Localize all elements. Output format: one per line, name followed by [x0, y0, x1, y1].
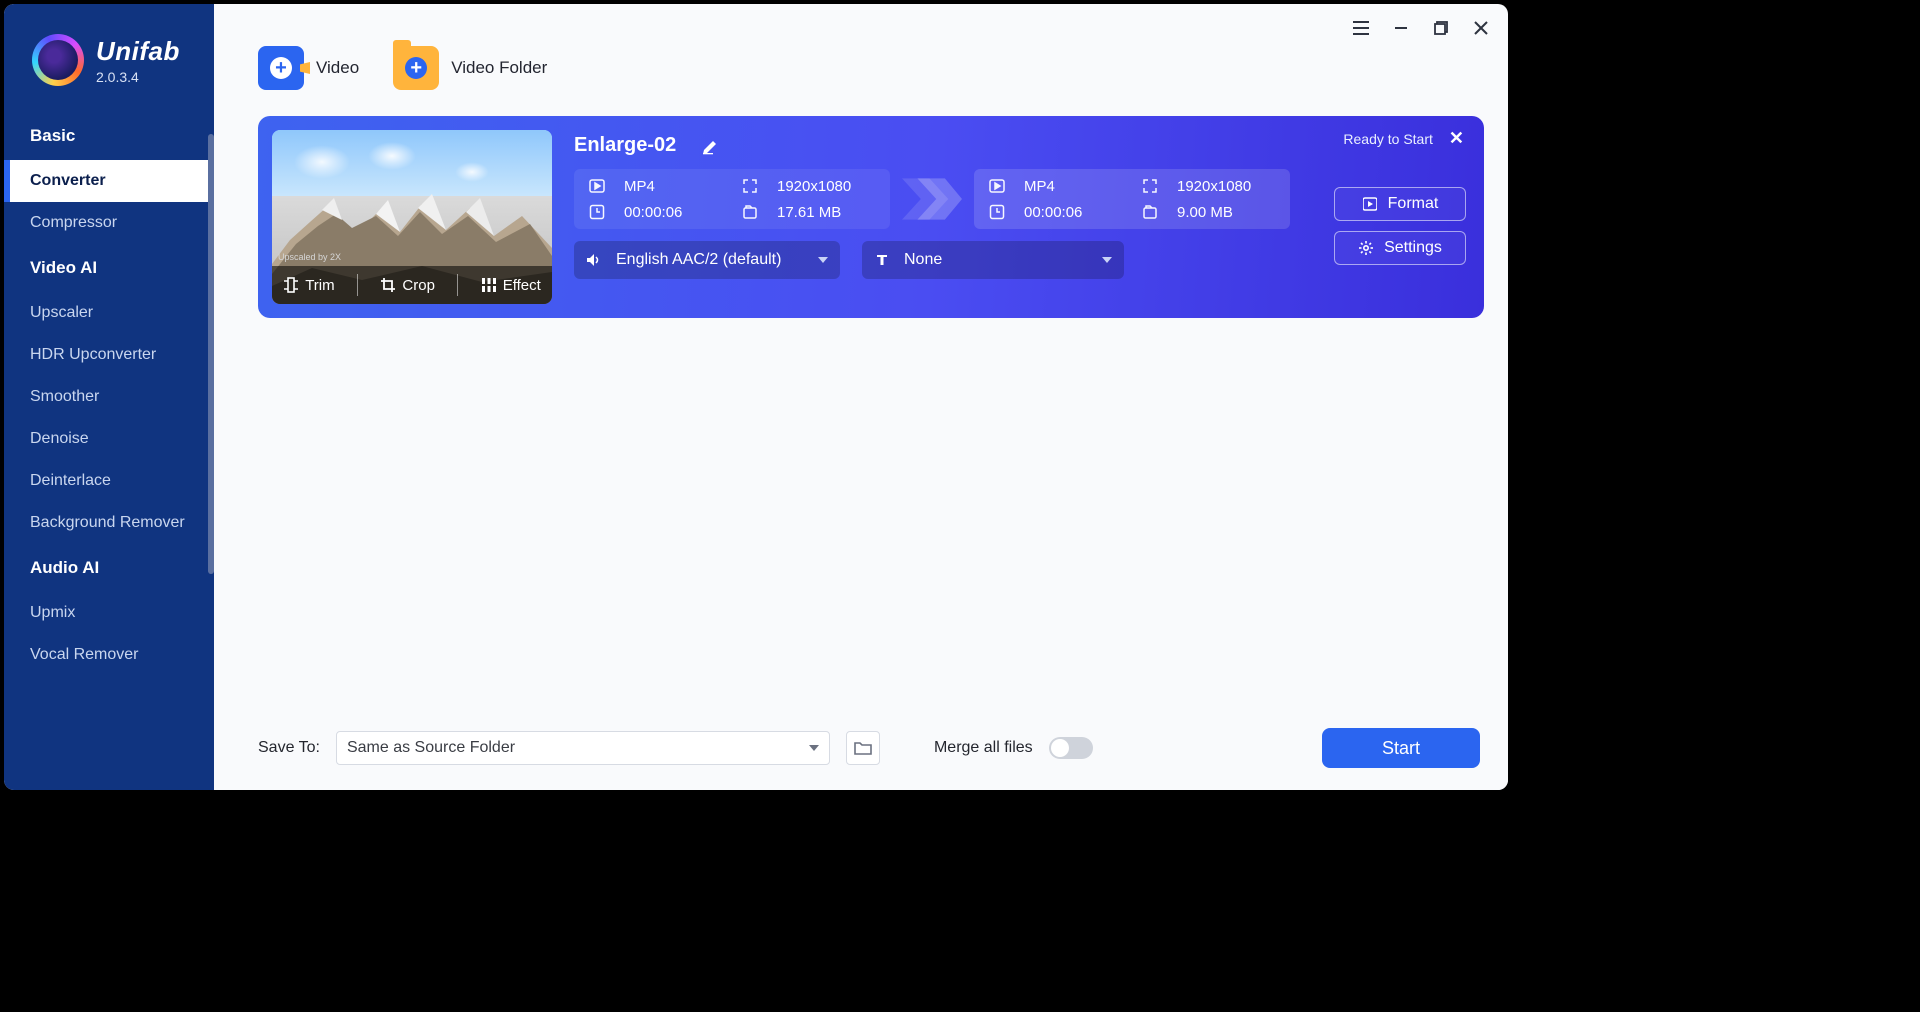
add-folder-icon: + [393, 46, 439, 90]
sidebar-item-background-remover[interactable]: Background Remover [4, 502, 214, 544]
add-folder-button[interactable]: + Video Folder [393, 46, 547, 90]
input-duration: 00:00:06 [624, 204, 723, 221]
add-video-button[interactable]: + Video [258, 46, 359, 90]
effect-icon [481, 277, 497, 293]
expand-icon [741, 177, 759, 195]
app-logo-icon [32, 34, 84, 86]
sidebar-item-converter[interactable]: Converter [4, 160, 214, 202]
input-size: 17.61 MB [777, 204, 876, 221]
clock-icon [588, 203, 606, 221]
upscaled-tag: Upscaled by 2X [278, 252, 341, 262]
crop-button[interactable]: Crop [380, 277, 435, 294]
app-window: Unifab 2.0.3.4 Basic Converter Compresso… [4, 4, 1508, 790]
merge-toggle[interactable] [1049, 737, 1093, 759]
output-resolution: 1920x1080 [1177, 178, 1276, 195]
chevron-down-icon [818, 257, 828, 263]
expand-icon [1141, 177, 1159, 195]
effect-button[interactable]: Effect [481, 277, 541, 294]
sidebar-item-upscaler[interactable]: Upscaler [4, 292, 214, 334]
task-status: Ready to Start [1343, 131, 1433, 147]
app-name: Unifab [96, 36, 180, 67]
play-icon [988, 177, 1006, 195]
sidebar-section-audio-ai: Audio AI [4, 544, 214, 592]
add-toolbar: + Video + Video Folder [214, 4, 1508, 96]
add-video-label: Video [316, 58, 359, 78]
save-to-value: Same as Source Folder [347, 739, 515, 757]
subtitle-label: None [904, 251, 942, 269]
file-icon [741, 203, 759, 221]
output-properties: MP4 1920x1080 00:00:06 9.00 MB [974, 169, 1290, 229]
minimize-button[interactable] [1392, 19, 1410, 37]
settings-label: Settings [1384, 239, 1442, 257]
crop-icon [380, 277, 396, 293]
audio-track-select[interactable]: English AAC/2 (default) [574, 241, 840, 279]
separator [457, 274, 458, 296]
crop-label: Crop [402, 277, 435, 294]
sidebar-section-video-ai: Video AI [4, 244, 214, 292]
play-square-icon [1362, 196, 1378, 212]
menu-button[interactable] [1352, 19, 1370, 37]
merge-label: Merge all files [934, 739, 1033, 757]
gear-icon [1358, 240, 1374, 256]
folder-icon [854, 740, 872, 756]
start-button[interactable]: Start [1322, 728, 1480, 768]
app-logo-block: Unifab 2.0.3.4 [4, 4, 214, 112]
format-label: Format [1388, 195, 1439, 213]
close-window-button[interactable] [1472, 19, 1490, 37]
chevron-down-icon [809, 745, 819, 751]
start-label: Start [1382, 738, 1420, 759]
pencil-icon [702, 137, 720, 155]
browse-folder-button[interactable] [846, 731, 880, 765]
file-icon [1141, 203, 1159, 221]
subtitle-select[interactable]: None [862, 241, 1124, 279]
sidebar: Unifab 2.0.3.4 Basic Converter Compresso… [4, 4, 214, 790]
file-name: Enlarge-02 [574, 134, 676, 157]
trim-icon [283, 277, 299, 293]
sidebar-section-basic: Basic [4, 112, 214, 160]
card-details: Enlarge-02 MP4 1920x1080 00:00:06 1 [552, 116, 1290, 318]
settings-button[interactable]: Settings [1334, 231, 1466, 265]
thumb-tools: Trim Crop Effect [272, 266, 552, 304]
sidebar-item-vocal-remover[interactable]: Vocal Remover [4, 634, 214, 676]
save-to-label: Save To: [258, 739, 320, 757]
separator [357, 274, 358, 296]
window-controls [1352, 14, 1490, 42]
output-duration: 00:00:06 [1024, 204, 1123, 221]
thumbnail-wrap: Upscaled by 2X Trim Crop [258, 116, 552, 318]
app-version: 2.0.3.4 [96, 69, 180, 85]
sidebar-item-denoise[interactable]: Denoise [4, 418, 214, 460]
add-folder-label: Video Folder [451, 58, 547, 78]
text-icon [874, 252, 890, 268]
sidebar-item-upmix[interactable]: Upmix [4, 592, 214, 634]
output-format: MP4 [1024, 178, 1123, 195]
input-resolution: 1920x1080 [777, 178, 876, 195]
arrow-icon [902, 170, 962, 228]
rename-button[interactable] [702, 137, 720, 155]
video-thumbnail[interactable]: Upscaled by 2X Trim Crop [272, 130, 552, 304]
sidebar-item-smoother[interactable]: Smoother [4, 376, 214, 418]
main-area: + Video + Video Folder Upscaled by 2X [214, 4, 1508, 790]
sidebar-item-deinterlace[interactable]: Deinterlace [4, 460, 214, 502]
input-format: MP4 [624, 178, 723, 195]
chevron-down-icon [1102, 257, 1112, 263]
format-button[interactable]: Format [1334, 187, 1466, 221]
audio-track-label: English AAC/2 (default) [616, 251, 781, 269]
add-video-icon: + [258, 46, 304, 90]
clock-icon [988, 203, 1006, 221]
remove-task-button[interactable]: ✕ [1449, 128, 1464, 149]
card-actions: Ready to Start ✕ Format Settings [1290, 116, 1466, 318]
task-card: Upscaled by 2X Trim Crop [258, 116, 1484, 318]
play-icon [588, 177, 606, 195]
trim-label: Trim [305, 277, 334, 294]
trim-button[interactable]: Trim [283, 277, 334, 294]
save-to-select[interactable]: Same as Source Folder [336, 731, 830, 765]
sidebar-item-hdr-upconverter[interactable]: HDR Upconverter [4, 334, 214, 376]
speaker-icon [586, 252, 602, 268]
effect-label: Effect [503, 277, 541, 294]
input-properties: MP4 1920x1080 00:00:06 17.61 MB [574, 169, 890, 229]
footer-bar: Save To: Same as Source Folder Merge all… [214, 714, 1508, 790]
maximize-button[interactable] [1432, 19, 1450, 37]
sidebar-item-compressor[interactable]: Compressor [4, 202, 214, 244]
output-size: 9.00 MB [1177, 204, 1276, 221]
